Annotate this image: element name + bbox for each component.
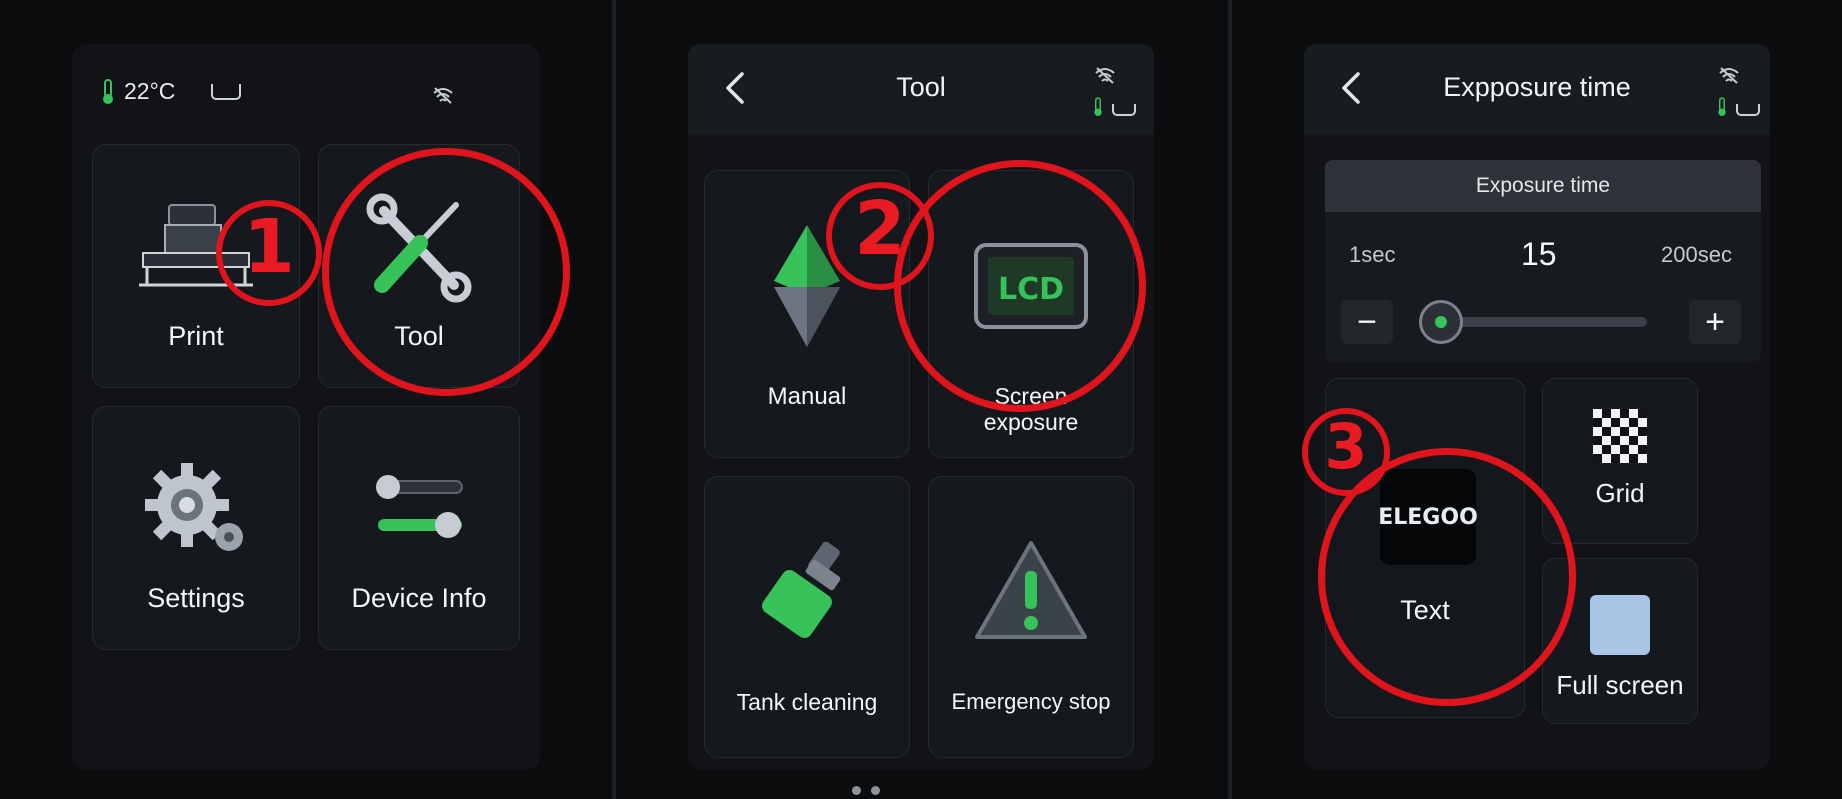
checker-grid-icon <box>1593 409 1647 463</box>
page-indicator <box>852 786 880 795</box>
wifi-off-icon <box>433 87 453 104</box>
usb-icon <box>1112 104 1136 116</box>
wifi-off-icon <box>1719 67 1739 84</box>
min-label: 1sec <box>1349 242 1396 267</box>
tile-tank-cleaning[interactable]: Tank cleaning <box>704 476 910 758</box>
increase-button[interactable]: + <box>1689 300 1741 344</box>
annotation-ring <box>322 148 570 396</box>
annotation-number: 3 <box>1324 410 1368 483</box>
page-title: Expposure time <box>1443 72 1631 102</box>
tile-label: Full screen <box>1556 670 1684 700</box>
tile-label: Tank cleaning <box>736 689 878 715</box>
tile-label: Print <box>168 321 224 351</box>
wifi-off-icon <box>1095 67 1115 84</box>
temperature-reading: 22°C <box>124 78 176 104</box>
warning-icon <box>975 541 1087 639</box>
tile-settings[interactable]: Settings <box>92 406 300 650</box>
tile-label: Settings <box>147 583 245 613</box>
printer-display: Tool Manual LCD Screen exposure Tank cle… <box>688 44 1154 770</box>
gear-icon <box>145 463 243 551</box>
exposure-time-panel: Expposure time Exposure time 1sec 15 200… <box>1232 0 1842 799</box>
thermometer-icon <box>1094 97 1102 116</box>
tile-grid-pattern[interactable]: Grid <box>1542 378 1698 544</box>
annotation-number: 1 <box>243 204 295 290</box>
exposure-section-header: Exposure time <box>1325 160 1761 212</box>
exposure-value: 15 <box>1521 236 1557 272</box>
decrease-button[interactable]: − <box>1341 300 1393 344</box>
tile-device-info[interactable]: Device Info <box>318 406 520 650</box>
sliders-icon <box>376 475 463 538</box>
page-dot[interactable] <box>852 786 861 795</box>
exposure-control: 1sec 15 200sec − + <box>1325 212 1761 362</box>
tile-label: Grid <box>1595 478 1645 508</box>
page-title: Tool <box>896 72 946 102</box>
annotation-number: 2 <box>854 186 906 272</box>
page-dot[interactable] <box>871 786 880 795</box>
exposure-slider-knob[interactable] <box>1418 300 1463 344</box>
tile-label: Device Info <box>351 583 487 613</box>
tool-screen-panel: Tool Manual LCD Screen exposure Tank cle… <box>616 0 1228 799</box>
thermometer-icon <box>103 78 113 104</box>
header-bar: Expposure time <box>1304 44 1770 134</box>
tile-label: Manual <box>767 383 847 410</box>
usb-icon <box>211 83 242 100</box>
full-screen-icon <box>1590 595 1650 655</box>
thermometer-icon <box>1718 97 1726 116</box>
home-screen-panel: 22°C Print Tool Settings Device Info 1 <box>0 0 612 799</box>
status-bar: 22°C <box>100 78 242 105</box>
header-bar: Tool <box>688 44 1154 134</box>
max-label: 200sec <box>1661 242 1732 267</box>
usb-icon <box>1736 104 1760 116</box>
brush-icon <box>762 541 841 638</box>
tile-label: Emergency stop <box>951 689 1111 714</box>
tile-emergency-stop[interactable]: Emergency stop <box>928 476 1134 758</box>
